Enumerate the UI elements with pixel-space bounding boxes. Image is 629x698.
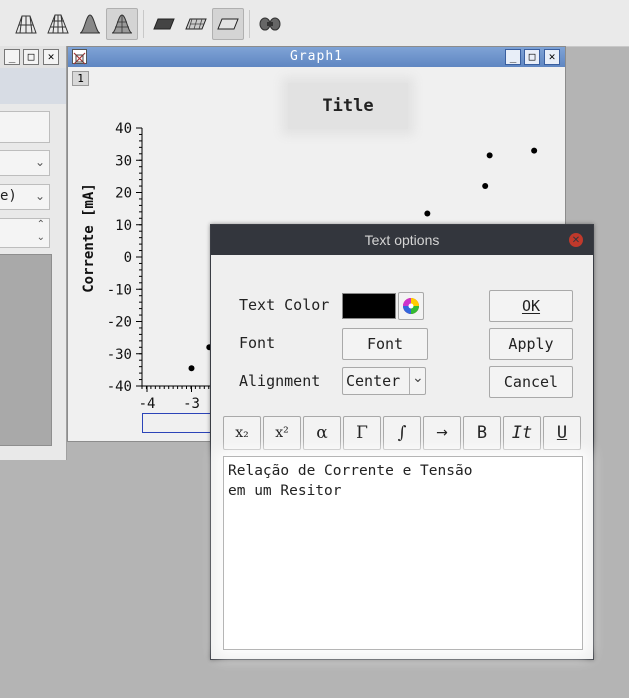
plane-hatched-icon[interactable] bbox=[180, 8, 212, 40]
greek-lowercase-button[interactable]: α bbox=[303, 416, 341, 450]
cancel-button-label: Cancel bbox=[503, 373, 559, 391]
data-point bbox=[188, 365, 195, 372]
close-icon[interactable]: ✕ bbox=[43, 49, 59, 65]
left-input-field[interactable] bbox=[0, 111, 50, 143]
left-combo-2-text: e) bbox=[0, 188, 17, 204]
y-tick-label: -10 bbox=[107, 282, 132, 298]
data-point bbox=[424, 210, 431, 217]
y-tick-label: -30 bbox=[107, 347, 132, 363]
alpha-label: α bbox=[316, 423, 328, 443]
math-symbols-button[interactable]: ∫ bbox=[383, 416, 421, 450]
y-axis-label[interactable]: Corrente [mA] bbox=[81, 183, 97, 293]
arrow-label: → bbox=[436, 425, 448, 441]
left-window-header-area bbox=[0, 68, 66, 104]
underline-button[interactable]: U bbox=[543, 416, 581, 450]
superscript-button[interactable]: x² bbox=[263, 416, 301, 450]
bold-button[interactable]: B bbox=[463, 416, 501, 450]
link-icon[interactable] bbox=[254, 8, 286, 40]
subscript-button[interactable]: x₂ bbox=[223, 416, 261, 450]
close-icon[interactable]: ✕ bbox=[569, 233, 583, 247]
data-point bbox=[486, 152, 493, 159]
data-point bbox=[482, 183, 489, 190]
y-tick-label: 30 bbox=[115, 153, 132, 169]
x-axis-label-box[interactable] bbox=[142, 413, 212, 433]
toolbar bbox=[0, 0, 629, 47]
alignment-label: Alignment bbox=[239, 372, 321, 390]
ok-button-label: OK bbox=[521, 297, 541, 315]
gamma-label: Γ bbox=[356, 423, 368, 443]
left-combo-2[interactable]: e) ⌄ bbox=[0, 184, 50, 210]
bold-label: B bbox=[476, 423, 488, 443]
data-point bbox=[531, 147, 538, 154]
chevron-down-icon: ⌄ bbox=[34, 155, 45, 169]
surface-wireframe-icon[interactable] bbox=[10, 8, 42, 40]
italic-label: It bbox=[511, 423, 533, 443]
italic-button[interactable]: It bbox=[503, 416, 541, 450]
y-tick-label: -20 bbox=[107, 315, 132, 331]
surface-filled-icon[interactable] bbox=[106, 8, 138, 40]
left-panel-area bbox=[0, 254, 52, 446]
y-tick-label: 40 bbox=[115, 121, 132, 137]
plane-xy-icon[interactable] bbox=[148, 8, 180, 40]
font-label: Font bbox=[239, 334, 276, 352]
surface-mesh-icon[interactable] bbox=[42, 8, 74, 40]
y-tick-label: 10 bbox=[115, 218, 132, 234]
apply-button-label: Apply bbox=[508, 335, 554, 353]
y-tick-label: -40 bbox=[107, 379, 132, 395]
left-window: _ □ ✕ ⌄ e) ⌄ ⌃ ⌄ bbox=[0, 46, 67, 460]
dialog-titlebar[interactable]: Text options ✕ bbox=[211, 225, 593, 255]
maximize-icon[interactable]: □ bbox=[23, 49, 39, 65]
integral-label: ∫ bbox=[397, 423, 407, 443]
chevron-down-icon[interactable]: ⌄ bbox=[37, 232, 45, 243]
cancel-button[interactable]: Cancel bbox=[489, 366, 573, 398]
dialog-title: Text options bbox=[364, 232, 440, 248]
apply-button[interactable]: Apply bbox=[489, 328, 573, 360]
text-color-swatch[interactable] bbox=[342, 293, 396, 319]
chevron-down-icon: ⌄ bbox=[412, 370, 424, 386]
text-color-label: Text Color bbox=[239, 296, 330, 314]
superscript-label: x² bbox=[275, 425, 289, 441]
left-combo-1[interactable]: ⌄ bbox=[0, 150, 50, 176]
left-spinbox[interactable]: ⌃ ⌄ bbox=[0, 218, 50, 248]
subscript-label: x₂ bbox=[235, 425, 249, 441]
text-content-field[interactable]: Relação de Corrente e Tensão em um Resit… bbox=[223, 456, 583, 650]
x-tick-label: -3 bbox=[183, 396, 200, 412]
chevron-down-icon: ⌄ bbox=[34, 189, 45, 203]
font-button-label: Font bbox=[366, 335, 404, 353]
greek-uppercase-button[interactable]: Γ bbox=[343, 416, 381, 450]
minimize-icon[interactable]: _ bbox=[4, 49, 20, 65]
plane-outline-icon[interactable] bbox=[212, 8, 244, 40]
y-tick-label: 0 bbox=[124, 250, 132, 266]
font-button[interactable]: Font bbox=[342, 328, 428, 360]
x-tick-label: -4 bbox=[139, 396, 156, 412]
y-tick-label: 20 bbox=[115, 186, 132, 202]
chevron-up-icon[interactable]: ⌃ bbox=[37, 219, 45, 230]
arrow-symbols-button[interactable]: → bbox=[423, 416, 461, 450]
text-options-dialog: Text options ✕ Text Color OK Font Font A… bbox=[210, 224, 594, 660]
surface-gradient-icon[interactable] bbox=[74, 8, 106, 40]
underline-label: U bbox=[556, 423, 568, 443]
color-wheel-icon[interactable] bbox=[398, 292, 424, 320]
alignment-select[interactable]: Center ⌄ bbox=[342, 367, 426, 395]
ok-button[interactable]: OK bbox=[489, 290, 573, 322]
alignment-value: Center bbox=[346, 372, 401, 390]
